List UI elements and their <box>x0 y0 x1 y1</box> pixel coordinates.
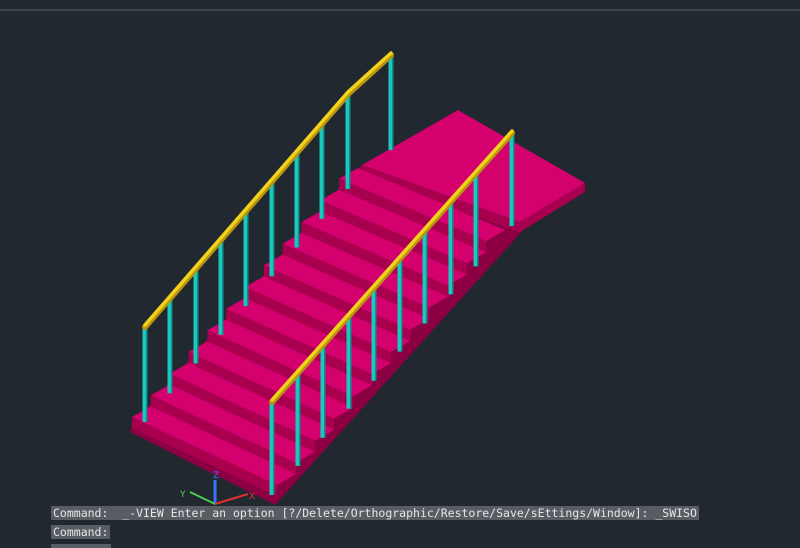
ucs-x-axis <box>214 493 249 505</box>
staircase-model[interactable]: Z Y X <box>0 0 800 548</box>
baluster-shade <box>452 201 454 295</box>
baluster-shade <box>197 268 199 364</box>
baluster-shade <box>273 181 275 277</box>
baluster-shade <box>222 239 224 335</box>
baluster-shade <box>477 173 479 267</box>
ucs-y-label: Y <box>179 490 186 500</box>
baluster-shade <box>392 55 394 150</box>
baluster-shade <box>299 372 301 466</box>
baluster-shade <box>273 402 275 495</box>
baluster-shade <box>401 258 403 352</box>
ucs-y-axis <box>189 491 216 505</box>
ucs-z-label: Z <box>213 471 219 481</box>
command-input[interactable] <box>51 544 111 548</box>
baluster-shade <box>349 94 351 189</box>
baluster-shade <box>324 344 326 438</box>
baluster-shade <box>323 123 325 219</box>
command-prompt[interactable]: Command: <box>51 525 111 539</box>
drawing-viewport[interactable]: Z Y X Command: _-VIEW Enter an option [?/D… <box>0 0 800 548</box>
baluster-shade <box>513 133 515 226</box>
ucs-x-label: X <box>249 492 255 502</box>
baluster-shade <box>298 152 300 248</box>
command-history-line: Command: _-VIEW Enter an option [?/Delet… <box>51 506 699 520</box>
baluster-shade <box>247 211 249 307</box>
baluster-shade <box>350 315 352 409</box>
baluster-shade <box>146 327 148 422</box>
baluster-shade <box>171 298 173 394</box>
baluster-shade <box>426 230 428 324</box>
baluster-shade <box>375 287 377 381</box>
